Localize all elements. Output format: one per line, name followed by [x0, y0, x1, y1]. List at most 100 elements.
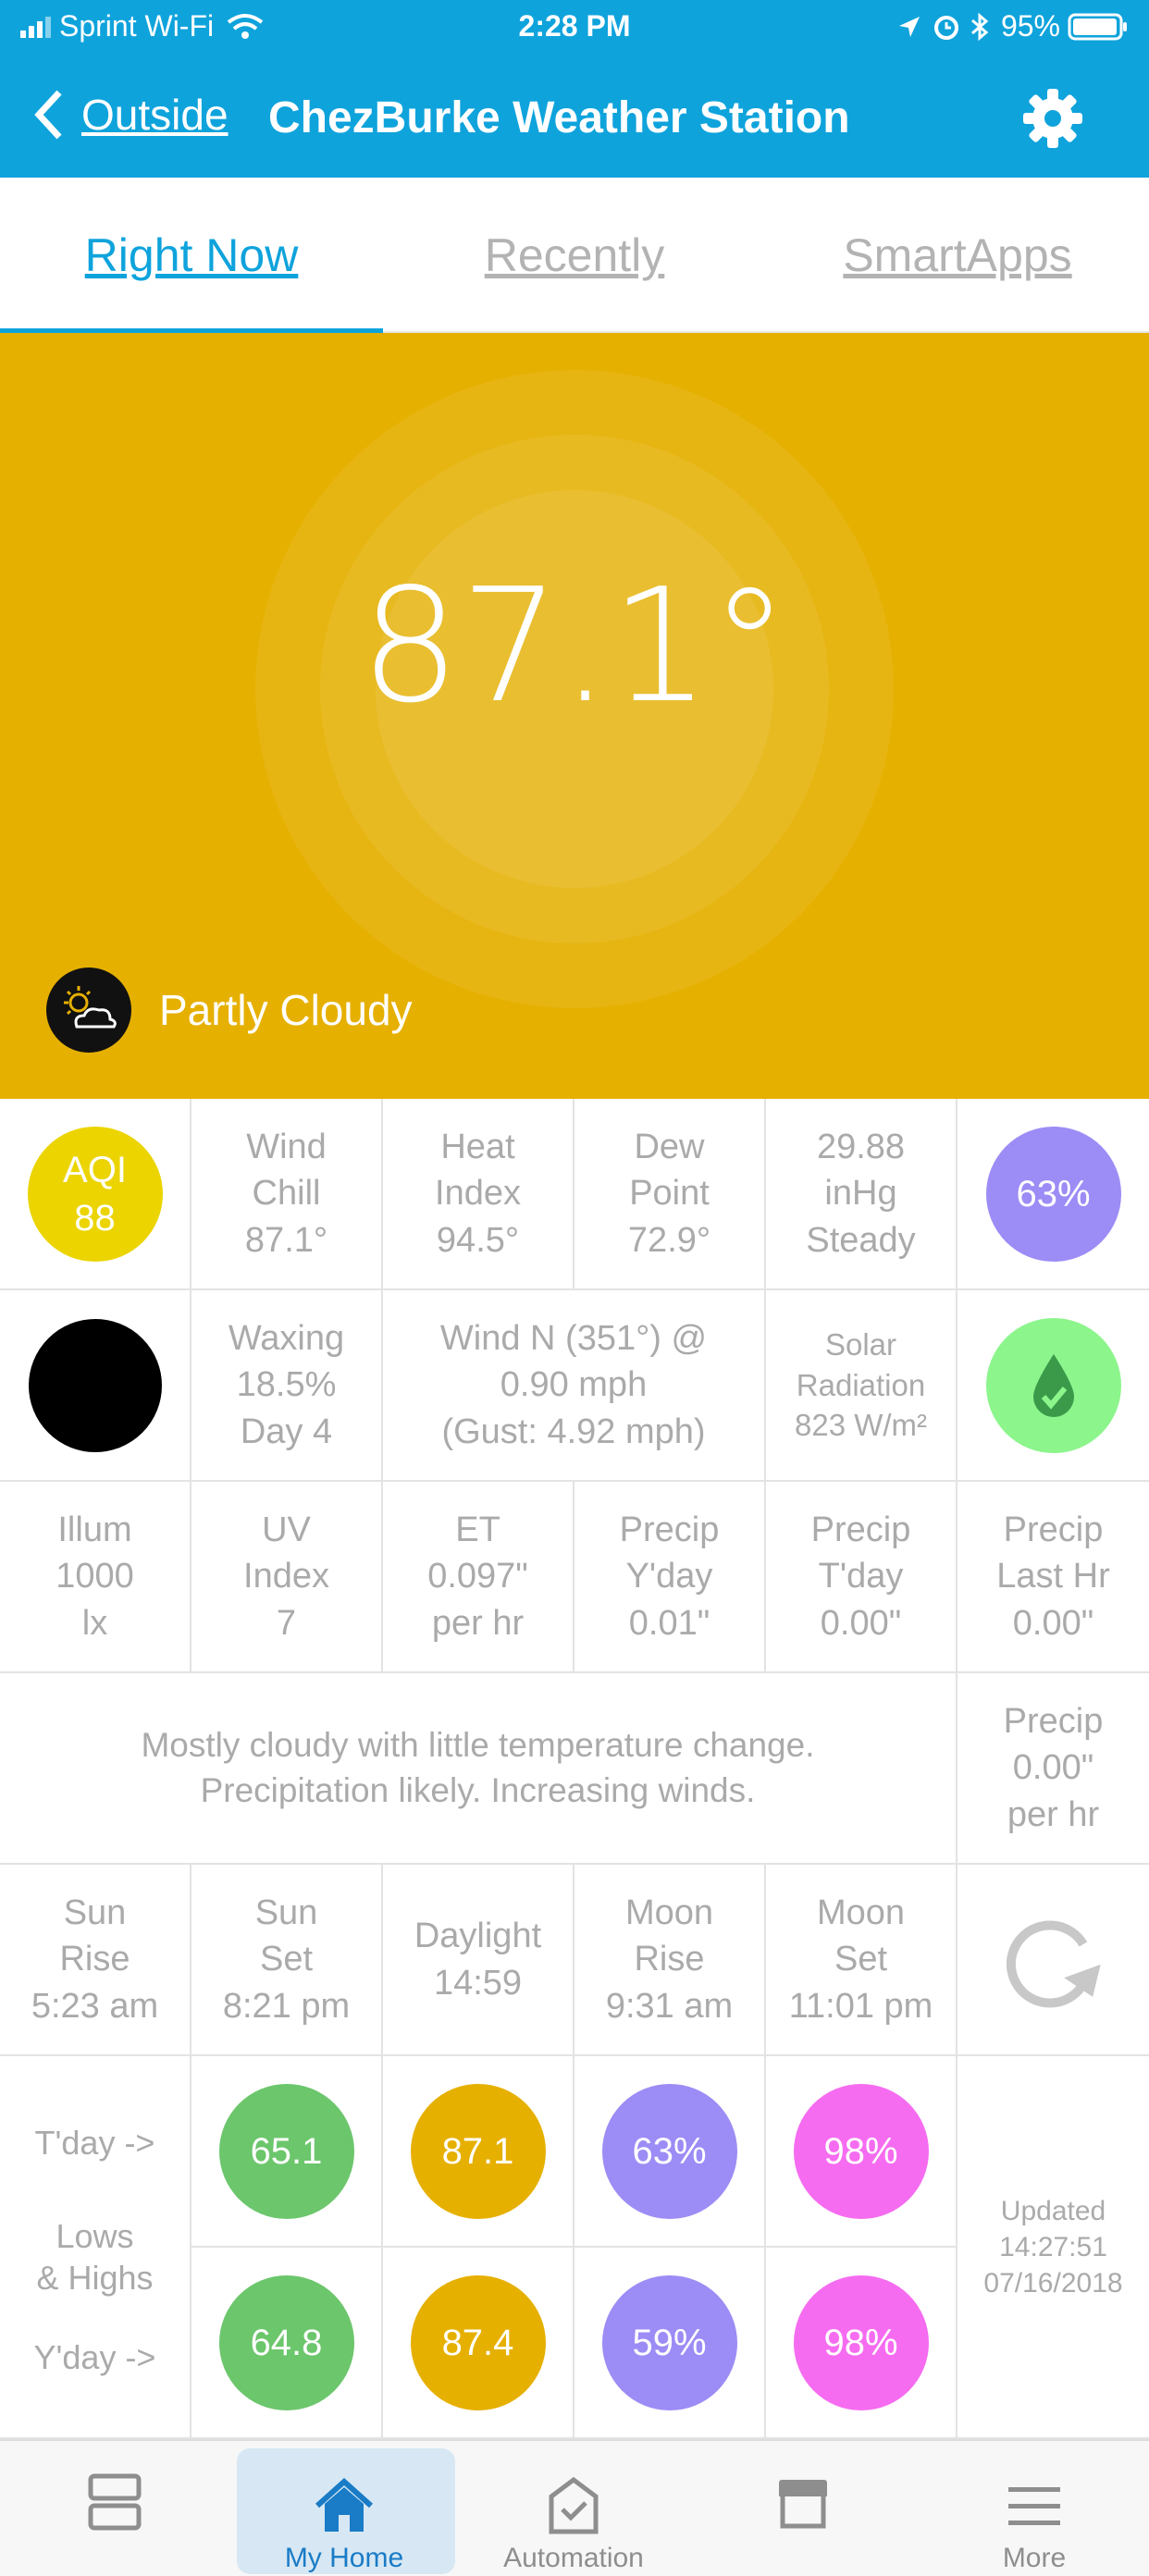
moonset-cell[interactable]: Moon Set 11:01 pm: [766, 1865, 958, 2056]
current-temperature: 87.1°: [360, 555, 789, 738]
updated-cell: Updated 14:27:51 07/16/2018: [958, 2056, 1149, 2439]
et-label: ET: [455, 1510, 500, 1550]
yday-high-humidity-cell[interactable]: 98%: [766, 2248, 958, 2439]
water-cell[interactable]: [958, 1290, 1149, 1482]
uv-label: UV: [262, 1510, 311, 1550]
moonrise-value: 9:31 am: [605, 1986, 734, 2026]
solar-label: Solar: [824, 1327, 897, 1362]
precip-lasthr-cell[interactable]: Precip Last Hr 0.00": [958, 1482, 1149, 1673]
aqi-label: AQI: [63, 1149, 127, 1190]
moon-cell[interactable]: [0, 1290, 192, 1482]
aqi-badge: AQI 88: [27, 1126, 163, 1262]
precip-lasthr-value: 0.00": [1012, 1603, 1094, 1643]
sunrise-cell[interactable]: Sun Rise 5:23 am: [0, 1865, 192, 2056]
settings-button[interactable]: [1021, 87, 1084, 154]
updated-time: 14:27:51: [999, 2231, 1107, 2262]
sunrise-label-2: Rise: [59, 1940, 130, 1979]
forecast-line-1: Mostly cloudy with little temperature ch…: [141, 1725, 815, 1764]
precip-tday-value: 0.00": [820, 1603, 902, 1643]
tday-high-humidity: 98%: [793, 2083, 929, 2219]
precip-tday-cell[interactable]: Precip T'day 0.00": [766, 1482, 958, 1673]
page-title: ChezBurke Weather Station: [268, 93, 850, 142]
precip-tday-label-2: T'day: [818, 1557, 904, 1596]
status-bar: Sprint Wi-Fi 2:28 PM 95%: [0, 0, 1149, 57]
humidity-cell[interactable]: 63%: [958, 1099, 1149, 1290]
wind-cell[interactable]: Wind N (351°) @ 0.90 mph (Gust: 4.92 mph): [383, 1290, 766, 1482]
et-unit: per hr: [431, 1603, 525, 1643]
tday-low-humidity-cell[interactable]: 63%: [574, 2056, 766, 2248]
tab-more[interactable]: More: [920, 2441, 1149, 2576]
updated-label: Updated: [1000, 2195, 1106, 2226]
back-label[interactable]: Outside: [81, 90, 229, 140]
moonrise-cell[interactable]: Moon Rise 9:31 am: [574, 1865, 766, 2056]
precip-yday-cell[interactable]: Precip Y'day 0.01": [574, 1482, 766, 1673]
pressure-trend: Steady: [806, 1220, 916, 1260]
dashboard-icon: [88, 2473, 142, 2531]
solar-cell[interactable]: Solar Radiation 823 W/m²: [766, 1290, 958, 1482]
yday-low-temp-cell[interactable]: 64.8: [192, 2248, 383, 2439]
lows-highs-label-2: & Highs: [36, 2259, 154, 2297]
lows-highs-label: Lows: [56, 2217, 134, 2255]
heat-index-label: Heat: [440, 1128, 515, 1167]
dew-point-cell[interactable]: Dew Point 72.9°: [574, 1099, 766, 1290]
bottom-tab-bar: My Home Automation More: [0, 2439, 1149, 2576]
yday-low-humidity-cell[interactable]: 59%: [574, 2248, 766, 2439]
moonset-label-2: Set: [834, 1940, 888, 1979]
aqi-cell[interactable]: AQI 88: [0, 1099, 192, 1290]
tday-high-humidity-cell[interactable]: 98%: [766, 2056, 958, 2248]
tab-store[interactable]: [688, 2441, 918, 2576]
illum-label: Illum: [57, 1510, 132, 1550]
uv-value: 7: [276, 1603, 297, 1643]
tab-dashboard[interactable]: [0, 2441, 229, 2576]
moon-phase-cell[interactable]: Waxing 18.5% Day 4: [192, 1290, 383, 1482]
tday-row-label: T'day ->: [34, 2124, 155, 2162]
wind-chill-cell[interactable]: Wind Chill 87.1°: [192, 1099, 383, 1290]
illum-unit: lx: [81, 1603, 108, 1643]
sunrise-value: 5:23 am: [31, 1986, 159, 2026]
precip-rate-label: Precip: [1003, 1702, 1104, 1742]
refresh-button[interactable]: [958, 1865, 1149, 2056]
tday-low-humidity: 63%: [601, 2083, 737, 2219]
tab-strip: Right Now Recently SmartApps: [0, 178, 1149, 335]
sunset-cell[interactable]: Sun Set 8:21 pm: [192, 1865, 383, 2056]
automation-icon: [549, 2476, 599, 2534]
daylight-cell[interactable]: Daylight 14:59: [383, 1865, 574, 2056]
sunrise-label: Sun: [63, 1893, 127, 1933]
tday-high-temp-cell[interactable]: 87.1: [383, 2056, 574, 2248]
tab-right-now[interactable]: Right Now: [0, 178, 383, 335]
tab-recently[interactable]: Recently: [383, 178, 766, 333]
yday-row-label: Y'day ->: [33, 2338, 156, 2376]
partly-cloudy-icon: [46, 968, 131, 1053]
daylight-label: Daylight: [414, 1917, 542, 1956]
menu-icon: [1008, 2487, 1060, 2525]
precip-yday-label-2: Y'day: [625, 1557, 713, 1596]
uv-cell[interactable]: UV Index 7: [192, 1482, 383, 1673]
tday-low-temp: 65.1: [218, 2083, 354, 2219]
uv-label-2: Index: [243, 1557, 329, 1596]
tab-my-home[interactable]: My Home: [229, 2441, 459, 2576]
temperature-tile[interactable]: 87.1° Partly Cloudy: [0, 333, 1149, 1099]
chevron-left-icon: [34, 90, 62, 140]
forecast-line-2: Precipitation likely. Increasing winds.: [200, 1770, 756, 1809]
dew-point-label-2: Point: [629, 1174, 710, 1214]
illum-cell[interactable]: Illum 1000 lx: [0, 1482, 192, 1673]
battery-percent: 95%: [1000, 9, 1060, 43]
forecast-cell[interactable]: Mostly cloudy with little temperature ch…: [0, 1673, 958, 1865]
tday-low-temp-cell[interactable]: 65.1: [192, 2056, 383, 2248]
et-cell[interactable]: ET 0.097" per hr: [383, 1482, 574, 1673]
condition: Partly Cloudy: [46, 968, 413, 1053]
precip-rate-cell[interactable]: Precip 0.00" per hr: [958, 1673, 1149, 1865]
yday-high-temp-cell[interactable]: 87.4: [383, 2248, 574, 2439]
sunset-label-2: Set: [259, 1940, 314, 1979]
tab-my-home-label[interactable]: My Home: [285, 2543, 403, 2574]
tab-automation[interactable]: Automation: [459, 2441, 688, 2576]
pressure-cell[interactable]: 29.88 inHg Steady: [766, 1099, 958, 1290]
tab-more-label[interactable]: More: [1003, 2543, 1066, 2574]
back-button[interactable]: Outside: [31, 87, 229, 142]
yday-high-humidity: 98%: [793, 2274, 929, 2410]
heat-index-cell[interactable]: Heat Index 94.5°: [383, 1099, 574, 1290]
tab-automation-label[interactable]: Automation: [503, 2543, 644, 2574]
refresh-icon: [1006, 1919, 1101, 2007]
tab-smartapps[interactable]: SmartApps: [766, 178, 1149, 333]
daylight-value: 14:59: [433, 1963, 523, 2003]
